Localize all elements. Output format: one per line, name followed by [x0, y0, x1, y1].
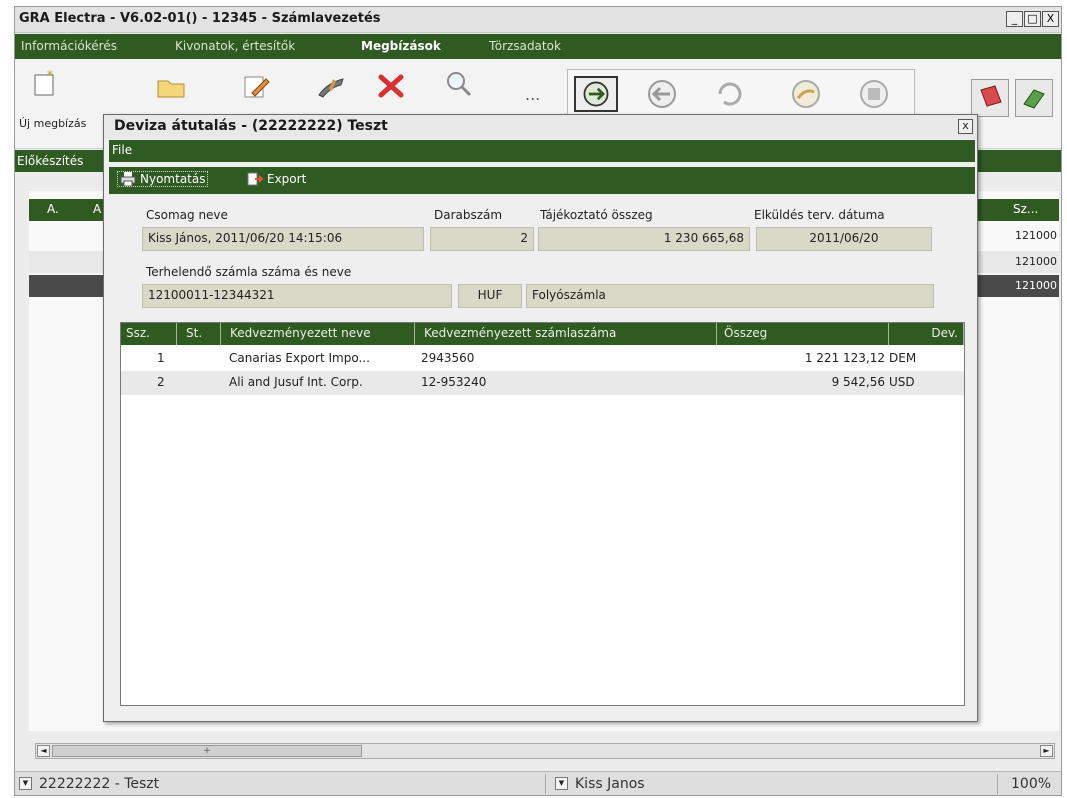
cell-beneficiary-name: Ali and Jusuf Int. Corp.	[229, 375, 363, 389]
col-amount[interactable]: Összeg	[719, 323, 889, 345]
col-st[interactable]: St.	[181, 323, 221, 345]
cell-currency: USD	[889, 375, 915, 389]
account-name-field[interactable]: Folyószámla	[526, 284, 934, 308]
col-currency[interactable]: Dev.	[891, 323, 964, 345]
export-button[interactable]: Export	[247, 172, 306, 186]
menu-item-information[interactable]: Információkérés	[21, 39, 117, 53]
info-amount-field[interactable]: 1 230 665,68	[538, 227, 750, 251]
folder-icon[interactable]	[155, 71, 187, 101]
archive-icon[interactable]	[852, 76, 896, 112]
dialog-toolbar: Nyomtatás Export	[109, 167, 975, 194]
edit-icon[interactable]	[240, 71, 272, 101]
export-label: Export	[267, 172, 307, 186]
table-row[interactable]: 2 Ali and Jusuf Int. Corp. 12-953240 9 5…	[121, 371, 964, 395]
count-field[interactable]: 2	[430, 227, 534, 251]
table-header: Ssz. St. Kedvezményezett neve Kedvezmény…	[121, 323, 964, 345]
cell-currency: DEM	[889, 351, 917, 365]
new-document-icon[interactable]: *	[29, 69, 61, 99]
print-label: Nyomtatás	[140, 172, 206, 186]
bg-header-a[interactable]: A.	[47, 202, 59, 216]
book-button[interactable]	[1015, 79, 1053, 117]
menu-item-master-data[interactable]: Törzsadatok	[489, 39, 561, 53]
close-button[interactable]: X	[1042, 11, 1059, 27]
print-button[interactable]: Nyomtatás	[117, 171, 209, 187]
svg-text:*: *	[47, 69, 53, 82]
beneficiary-table: Ssz. St. Kedvezményezett neve Kedvezmény…	[120, 322, 965, 706]
card-button[interactable]	[971, 79, 1009, 117]
send-date-label: Elküldés terv. dátuma	[754, 208, 885, 222]
main-menu: Információkérés Kivonatok, értesítők Meg…	[15, 34, 1061, 59]
cell-ssz: 1	[157, 351, 165, 365]
minimize-button[interactable]: _	[1006, 11, 1023, 27]
dialog-close-button[interactable]: x	[958, 119, 973, 134]
transmission-group	[567, 69, 915, 117]
debit-account-field[interactable]: 12100011-12344321	[142, 284, 452, 308]
bg-header-sz[interactable]: Sz...	[1013, 202, 1038, 216]
horizontal-scrollbar[interactable]: ◄ + ►	[35, 743, 1055, 759]
bg-cell[interactable]: 121000	[1015, 229, 1057, 242]
send-date-field[interactable]: 2011/06/20	[756, 227, 932, 251]
info-amount-label: Tájékoztató összeg	[540, 208, 653, 222]
scroll-thumb[interactable]: +	[52, 745, 362, 757]
maximize-button[interactable]: □	[1024, 11, 1041, 27]
dialog-menu: File	[109, 140, 975, 162]
cell-beneficiary-account: 12-953240	[421, 375, 487, 389]
separator	[997, 774, 998, 794]
printer-icon	[120, 172, 136, 186]
col-ssz[interactable]: Ssz.	[121, 323, 177, 345]
user-dropdown-icon[interactable]: ▼	[555, 777, 568, 790]
col-beneficiary-account[interactable]: Kedvezményezett számlaszáma	[419, 323, 717, 345]
cell-ssz: 2	[157, 375, 165, 389]
scroll-right-icon[interactable]: ►	[1040, 745, 1053, 757]
refresh-icon[interactable]	[708, 76, 752, 112]
scroll-left-icon[interactable]: ◄	[37, 745, 50, 757]
new-order-label[interactable]: Új megbízás	[19, 117, 86, 130]
package-name-field[interactable]: Kiss János, 2011/06/20 14:15:06	[142, 227, 424, 251]
window-title: GRA Electra - V6.02-01() - 12345 - Száml…	[19, 11, 381, 26]
table-row[interactable]: 1 Canarias Export Impo... 2943560 1 221 …	[121, 347, 964, 371]
cell-amount: 9 542,56	[831, 375, 885, 389]
cell-amount: 1 221 123,12	[804, 351, 885, 365]
sign-icon[interactable]	[315, 71, 347, 101]
separator	[545, 774, 546, 794]
dialog-title: Deviza átutalás - (22222222) Teszt	[114, 118, 388, 134]
bg-cell[interactable]: 121000	[1015, 255, 1057, 268]
cards-icon	[980, 85, 1002, 107]
bg-header-a2[interactable]: A	[93, 202, 101, 216]
window-controls: _ □ X	[1006, 11, 1059, 27]
bottom-status-bar: ▼ 22222222 - Teszt ▼ Kiss Janos 100%	[15, 771, 1061, 795]
debit-account-label: Terhelendő számla száma és neve	[146, 265, 352, 279]
book-icon	[1023, 89, 1045, 109]
search-icon[interactable]	[443, 69, 475, 99]
client-selector[interactable]: 22222222 - Teszt	[39, 776, 159, 792]
export-icon	[247, 172, 263, 186]
cell-beneficiary-name: Canarias Export Impo...	[229, 351, 370, 365]
send-icon[interactable]	[574, 76, 618, 112]
menu-item-orders[interactable]: Megbízások	[361, 39, 441, 53]
col-beneficiary-name[interactable]: Kedvezményezett neve	[225, 323, 415, 345]
status-strip-label: Előkészítés	[17, 154, 84, 168]
bg-cell[interactable]: 121000	[1015, 279, 1057, 292]
dialog-title-bar: Deviza átutalás - (22222222) Teszt x	[104, 115, 977, 139]
user-selector[interactable]: Kiss Janos	[575, 776, 645, 792]
currency-field[interactable]: HUF	[458, 284, 522, 308]
menu-item-statements[interactable]: Kivonatok, értesítők	[175, 39, 295, 53]
title-bar: GRA Electra - V6.02-01() - 12345 - Száml…	[15, 7, 1061, 33]
more-icon[interactable]: ...	[525, 85, 540, 104]
client-dropdown-icon[interactable]: ▼	[19, 777, 32, 790]
retrieve-icon[interactable]	[640, 76, 684, 112]
menu-file[interactable]: File	[112, 143, 132, 157]
package-name-label: Csomag neve	[146, 208, 228, 222]
zoom-level: 100%	[1011, 776, 1052, 792]
delete-icon[interactable]	[375, 71, 407, 101]
count-label: Darabszám	[434, 208, 503, 222]
transfer-dialog: Deviza átutalás - (22222222) Teszt x Fil…	[103, 114, 978, 722]
status-icon[interactable]	[784, 76, 828, 112]
cell-beneficiary-account: 2943560	[421, 351, 475, 365]
